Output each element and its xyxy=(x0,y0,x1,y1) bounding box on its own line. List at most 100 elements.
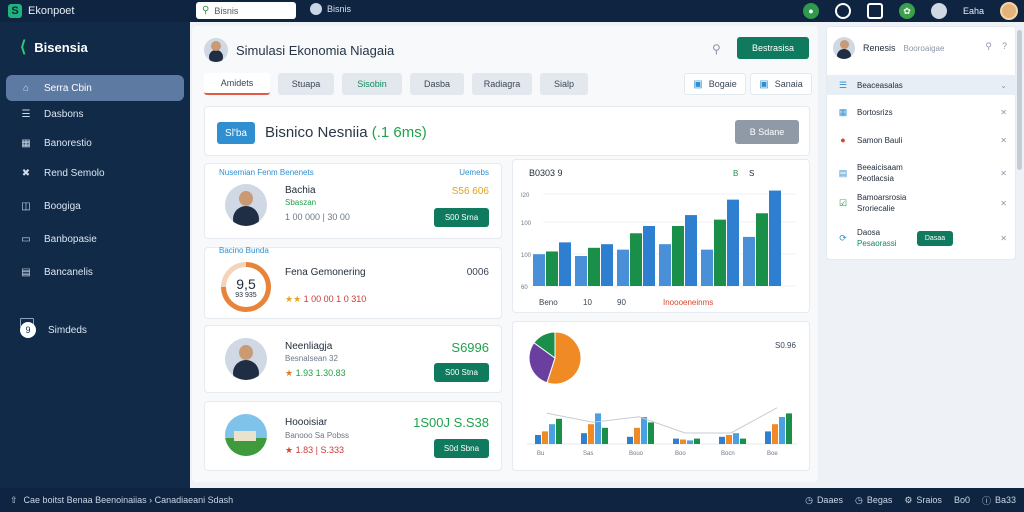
business-card[interactable]: Neenliagja Besnalsean 32 ★ 1.93 1.30.83 … xyxy=(204,325,502,393)
chevron-down-icon[interactable]: ⌄ xyxy=(1000,81,1007,90)
panel-item[interactable]: ● Samon Bauli ✕ xyxy=(827,131,1017,149)
sidebar-item-gallery[interactable]: ▤ Bancanelis xyxy=(6,259,184,285)
card-price: S56 606 xyxy=(451,186,489,197)
profile-icon[interactable] xyxy=(930,3,947,19)
sync-icon[interactable] xyxy=(866,3,883,19)
panel-item[interactable]: ☰ Beaceasalas ⌄ xyxy=(827,75,1017,95)
refresh-icon: ⟳ xyxy=(839,232,847,243)
business-card[interactable]: Nusemian Fenm Benenets Uemebs Bachia Sba… xyxy=(204,163,502,239)
tab-steps[interactable]: Stuapa xyxy=(278,73,334,95)
panel-item[interactable]: ▤ Beeaicisaam Peotlacsia ✕ xyxy=(827,161,1017,185)
chart-title: B0303 9 xyxy=(529,168,563,178)
card-action-button[interactable]: S0d Sbna xyxy=(434,439,489,458)
x-tick-label: Bu xyxy=(537,451,544,457)
footer-item[interactable]: ⓘ Ba33 xyxy=(982,494,1016,507)
footer-item[interactable]: ◷ Begas xyxy=(855,495,892,506)
bar xyxy=(533,254,545,286)
share-icon: ▣ xyxy=(693,78,703,90)
notification-icon[interactable] xyxy=(834,3,851,19)
hero-button[interactable]: B Sdane xyxy=(735,120,799,144)
close-icon[interactable]: ✕ xyxy=(1000,169,1007,178)
close-icon[interactable]: ✕ xyxy=(1000,136,1007,145)
avatar xyxy=(833,37,855,59)
panel-action-button[interactable]: Dasaa xyxy=(917,230,953,246)
primary-action-button[interactable]: Bestrasisa xyxy=(737,37,809,59)
check-icon: ☑ xyxy=(838,197,848,208)
bar xyxy=(756,213,768,286)
sidebar-item-tools[interactable]: ✖ Rend Semolo xyxy=(6,160,184,186)
card-subtitle: Sbaszan xyxy=(285,198,317,207)
footer-item[interactable]: Bo0 xyxy=(954,495,970,505)
card-price: 0006 xyxy=(466,267,489,278)
global-search[interactable]: ⚲ xyxy=(196,2,296,19)
avatar[interactable] xyxy=(204,38,228,62)
y-tick-label: 100 xyxy=(521,253,532,259)
bar xyxy=(740,438,746,444)
close-icon[interactable]: ✕ xyxy=(1000,199,1007,208)
card-action-button[interactable]: S00 Stna xyxy=(434,363,489,382)
brand[interactable]: ⟨ Bisensia xyxy=(20,37,88,57)
topbar-actions: ● ✿ Eaha xyxy=(802,2,1018,20)
bar xyxy=(769,190,781,286)
tab-help[interactable]: Sialp xyxy=(540,73,588,95)
bar xyxy=(726,435,732,444)
tab-simulation[interactable]: Sisobin xyxy=(342,73,402,95)
card-header-left: Bacino Bunda xyxy=(219,246,269,255)
profile-subtitle: Booroaigae xyxy=(903,43,945,53)
card-icon: ▭ xyxy=(21,233,31,245)
sidebar-item-settings[interactable]: 9 Simdeds xyxy=(6,317,184,343)
tab-overview[interactable]: Amidets xyxy=(204,73,270,95)
card-price: S6996 xyxy=(451,340,489,355)
chart-legend-s: S xyxy=(749,169,754,178)
bar xyxy=(714,219,726,286)
top-bar: S Ekonpoet ⚲ Bisnis ● ✿ Eaha xyxy=(0,0,1024,22)
help-icon[interactable]: ? xyxy=(1002,41,1007,52)
card-rating: ★★ 1 00 00 1 0 310 xyxy=(285,294,366,305)
business-card[interactable]: Bacino Bunda 9,5 93 935 Fena Gemonering … xyxy=(204,246,502,319)
brand-logo-icon: ⟨ xyxy=(20,39,27,56)
sidebar-item-label: Bancanelis xyxy=(44,266,93,278)
footer-item[interactable]: ◷ Daaes xyxy=(805,495,843,506)
chart-footer-label: Inoooeneinms xyxy=(663,298,713,307)
sidebar-item-home[interactable]: ⌂ Serra Cbin xyxy=(6,75,184,101)
bar xyxy=(643,226,655,286)
close-icon[interactable]: ✕ xyxy=(1000,234,1007,243)
status-icon[interactable]: ● xyxy=(802,3,819,19)
profile-header[interactable]: Renesis Booroaigae xyxy=(833,37,944,59)
user-name[interactable]: Eaha xyxy=(963,6,984,16)
breadcrumb[interactable]: Bisnis xyxy=(310,3,351,15)
bar xyxy=(627,436,633,444)
card-action-button[interactable]: S00 Srna xyxy=(434,208,489,227)
tab-data[interactable]: Dasba xyxy=(410,73,464,95)
tab-save[interactable]: ▣ Sanaia xyxy=(750,73,812,95)
panel-item[interactable]: ⟳ Daosa Pesaorassi Dasaa ✕ xyxy=(827,225,1017,251)
avatar[interactable] xyxy=(1000,2,1018,20)
leaf-icon[interactable]: ✿ xyxy=(898,3,915,19)
panel-item[interactable]: ▦ Bortosrizs ✕ xyxy=(827,103,1017,121)
sidebar-item-documents[interactable]: ▦ Banorestio xyxy=(6,130,184,156)
search-input[interactable] xyxy=(214,5,285,16)
panel-item-line2: Sroriecalie xyxy=(857,204,895,213)
footer-breadcrumb[interactable]: ⇧ Cae boitst Benaa Beenoinaiias › Canadi… xyxy=(10,495,233,506)
footer-item[interactable]: ⚙ Sraios xyxy=(904,495,942,506)
search-icon[interactable]: ⚲ xyxy=(985,41,992,52)
search-icon[interactable]: ⚲ xyxy=(712,42,721,56)
scrollbar[interactable] xyxy=(1017,30,1022,170)
tab-diagram[interactable]: Radiagra xyxy=(472,73,532,95)
breadcrumb-label: Bisnis xyxy=(327,4,352,14)
x-tick-label: Bocn xyxy=(721,451,735,457)
x-tick-label: Boe xyxy=(767,451,778,457)
bar xyxy=(595,413,601,444)
panel-item[interactable]: ☑ Bamoarsrosia Sroriecalie ✕ xyxy=(827,191,1017,215)
bar xyxy=(694,438,700,444)
tab-share[interactable]: ▣ Bogaie xyxy=(684,73,746,95)
footer-item-label: Bo0 xyxy=(953,495,970,505)
sidebar-item-cards[interactable]: ▭ Banbopasie xyxy=(6,226,184,252)
close-icon[interactable]: ✕ xyxy=(1000,108,1007,117)
sidebar-item-reports[interactable]: ◫ Boogiga xyxy=(6,193,184,219)
app-logo[interactable]: S Ekonpoet xyxy=(8,4,188,18)
settings-icon: ⚙ xyxy=(904,494,913,505)
pie-value-label: S0.96 xyxy=(775,341,796,350)
sidebar-item-dashboard[interactable]: ☰ Dasbons xyxy=(6,101,184,127)
business-card[interactable]: Hoooisiar Banooo Sa Pobss ★ 1.83 | S.333… xyxy=(204,401,502,471)
